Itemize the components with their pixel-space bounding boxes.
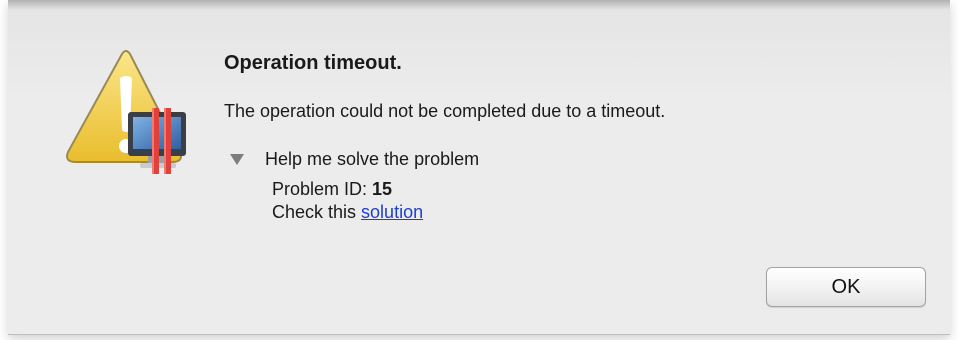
solution-link[interactable]: solution xyxy=(361,202,423,222)
ok-button[interactable]: OK xyxy=(766,267,926,307)
check-solution-prefix: Check this xyxy=(272,202,362,222)
check-solution-line: Check this solution xyxy=(272,201,423,224)
help-disclosure-toggle[interactable]: Help me solve the problem xyxy=(230,149,479,170)
disclosure-triangle-icon[interactable] xyxy=(230,154,244,165)
problem-id-label: Problem ID: xyxy=(272,179,373,199)
help-details: Problem ID: 15 Check this solution xyxy=(272,178,423,224)
problem-id-line: Problem ID: 15 xyxy=(272,178,423,201)
alert-dialog: Operation timeout. The operation could n… xyxy=(8,0,950,335)
help-disclosure-label[interactable]: Help me solve the problem xyxy=(265,149,479,170)
problem-id-value: 15 xyxy=(372,179,393,199)
dialog-title: Operation timeout. xyxy=(224,52,402,74)
caution-alert-icon xyxy=(66,50,186,174)
dialog-message: The operation could not be completed due… xyxy=(224,101,666,121)
